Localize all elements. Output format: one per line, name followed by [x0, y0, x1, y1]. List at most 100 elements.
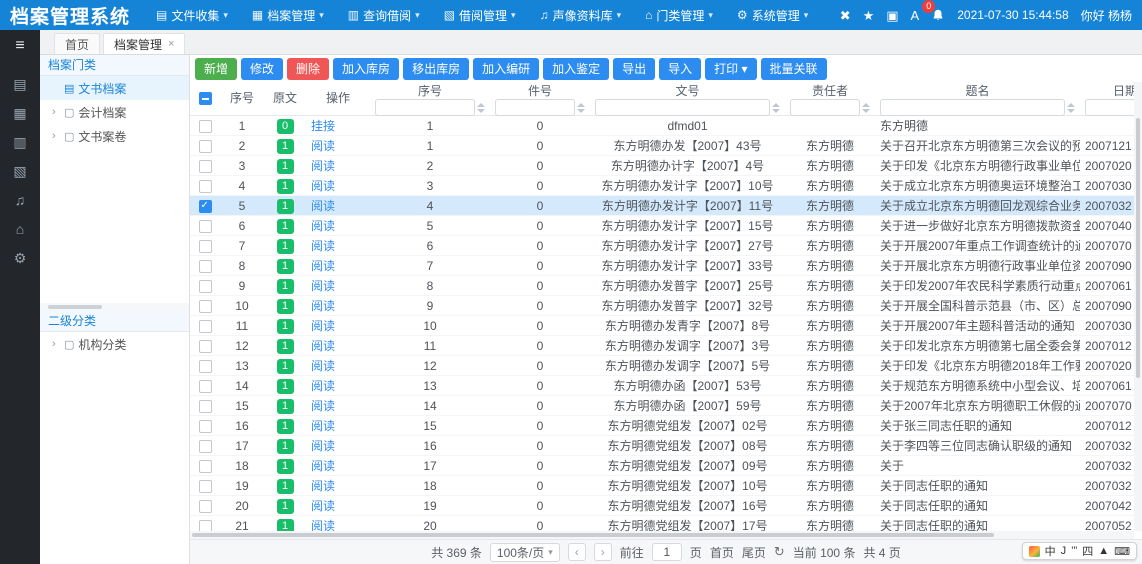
- table-vertical-scrollbar[interactable]: [1134, 82, 1142, 531]
- original-count-badge[interactable]: 1: [277, 279, 294, 294]
- table-row[interactable]: 201阅读190东方明德党组发【2007】16号东方明德关于同志任职的通知200…: [190, 496, 1142, 516]
- original-count-badge[interactable]: 1: [277, 159, 294, 174]
- tree-item[interactable]: ›▢文书案卷: [40, 124, 189, 148]
- original-count-badge[interactable]: 1: [277, 139, 294, 154]
- top-menu-category-manage[interactable]: ⌂门类管理▾: [633, 0, 725, 30]
- rail-category-manage-icon[interactable]: ⌂: [16, 222, 24, 236]
- table-row[interactable]: 121阅读110东方明德办发调字【2007】3号东方明德关于印发北京东方明德第七…: [190, 336, 1142, 356]
- action-link[interactable]: 阅读: [311, 379, 335, 393]
- row-checkbox[interactable]: [199, 280, 212, 293]
- table-row[interactable]: 21阅读10东方明德办发【2007】43号东方明德关于召开北京东方明德第三次会议…: [190, 136, 1142, 156]
- sort-control-item[interactable]: [577, 103, 585, 113]
- row-checkbox[interactable]: [199, 500, 212, 513]
- last-page-link[interactable]: 尾页: [742, 544, 766, 561]
- table-row[interactable]: 91阅读80东方明德办发普字【2007】25号东方明德关于印发2007年农民科学…: [190, 276, 1142, 296]
- table-row[interactable]: 61阅读50东方明德办发计字【2007】15号东方明德关于进一步做好北京东方明德…: [190, 216, 1142, 236]
- original-count-badge[interactable]: 1: [277, 399, 294, 414]
- table-row[interactable]: 111阅读100东方明德办发青字【2007】8号东方明德关于开展2007年主题科…: [190, 316, 1142, 336]
- edit-button[interactable]: 修改: [241, 58, 283, 80]
- row-checkbox[interactable]: [199, 400, 212, 413]
- original-count-badge[interactable]: 1: [277, 439, 294, 454]
- page-number-input[interactable]: [652, 543, 682, 561]
- table-row[interactable]: 81阅读70东方明德办发计字【2007】33号东方明德关于开展北京东方明德行政事…: [190, 256, 1142, 276]
- original-count-badge[interactable]: 0: [277, 119, 294, 134]
- action-link[interactable]: 挂接: [311, 119, 335, 133]
- sort-control-doc[interactable]: [772, 103, 780, 113]
- row-checkbox[interactable]: [199, 120, 212, 133]
- import-button[interactable]: 导入: [659, 58, 701, 80]
- action-link[interactable]: 阅读: [311, 319, 335, 333]
- row-checkbox[interactable]: [199, 160, 212, 173]
- prev-page-button[interactable]: ‹: [568, 543, 586, 561]
- filter-input-title[interactable]: [880, 99, 1065, 116]
- rail-query-borrow-icon[interactable]: ▥: [13, 135, 26, 149]
- original-count-badge[interactable]: 1: [277, 499, 294, 514]
- original-count-badge[interactable]: 1: [277, 459, 294, 474]
- table-row[interactable]: 10挂接10dfmd01东方明德: [190, 116, 1142, 136]
- sort-control-title[interactable]: [1067, 103, 1075, 113]
- print-button[interactable]: 打印 ▾: [705, 58, 756, 80]
- table-row[interactable]: 51阅读40东方明德办发计字【2007】11号东方明德关于成立北京东方明德回龙观…: [190, 196, 1142, 216]
- rail-menu-icon[interactable]: ≡: [15, 38, 24, 54]
- row-checkbox[interactable]: [199, 260, 212, 273]
- table-row[interactable]: 191阅读180东方明德党组发【2007】10号东方明德关于同志任职的通知200…: [190, 476, 1142, 496]
- scrollbar-thumb[interactable]: [48, 305, 102, 309]
- table-row[interactable]: 211阅读200东方明德党组发【2007】17号东方明德关于同志任职的通知200…: [190, 516, 1142, 531]
- tree-item[interactable]: ›▢会计档案: [40, 100, 189, 124]
- row-checkbox[interactable]: [199, 340, 212, 353]
- rail-archive-manage-icon[interactable]: ▦: [13, 106, 26, 120]
- row-checkbox[interactable]: [199, 360, 212, 373]
- filter-input-item[interactable]: [495, 99, 575, 116]
- action-link[interactable]: 阅读: [311, 139, 335, 153]
- action-link[interactable]: 阅读: [311, 159, 335, 173]
- rail-borrow-manage-icon[interactable]: ▧: [13, 164, 26, 178]
- row-checkbox[interactable]: [199, 240, 212, 253]
- original-count-badge[interactable]: 1: [277, 519, 294, 532]
- action-link[interactable]: 阅读: [311, 459, 335, 473]
- scrollbar-thumb[interactable]: [1136, 118, 1140, 378]
- original-count-badge[interactable]: 1: [277, 339, 294, 354]
- ime-keyboard-icon[interactable]: ⌨: [1114, 545, 1130, 558]
- refresh-icon[interactable]: ↻: [774, 544, 785, 560]
- theme-icon[interactable]: ▣: [886, 9, 898, 22]
- action-link[interactable]: 阅读: [311, 359, 335, 373]
- row-checkbox[interactable]: [199, 480, 212, 493]
- action-link[interactable]: 阅读: [311, 399, 335, 413]
- rail-system-manage-icon[interactable]: ⚙: [14, 251, 27, 265]
- action-link[interactable]: 阅读: [311, 439, 335, 453]
- font-size-icon[interactable]: A: [911, 9, 920, 22]
- batch-link-button[interactable]: 批量关联: [761, 58, 827, 80]
- tab-close-icon[interactable]: ×: [168, 38, 174, 50]
- table-row[interactable]: 101阅读90东方明德办发普字【2007】32号东方明德关于开展全国科普示范县（…: [190, 296, 1142, 316]
- table-row[interactable]: 151阅读140东方明德办函【2007】59号东方明德关于2007年北京东方明德…: [190, 396, 1142, 416]
- row-checkbox[interactable]: [199, 200, 212, 213]
- ime-bar[interactable]: 中 J ’” 四 ▲ ⌨: [1022, 542, 1137, 560]
- table-row[interactable]: 71阅读60东方明德办发计字【2007】27号东方明德关于开展2007年重点工作…: [190, 236, 1142, 256]
- original-count-badge[interactable]: 1: [277, 379, 294, 394]
- sort-control-seq[interactable]: [477, 103, 485, 113]
- action-link[interactable]: 阅读: [311, 419, 335, 433]
- original-count-badge[interactable]: 1: [277, 239, 294, 254]
- table-row[interactable]: 171阅读160东方明德党组发【2007】08号东方明德关于李四等三位同志确认职…: [190, 436, 1142, 456]
- rail-media-library-icon[interactable]: ♫: [15, 193, 26, 207]
- filter-input-seq[interactable]: [375, 99, 475, 116]
- original-count-badge[interactable]: 1: [277, 179, 294, 194]
- add-to-appraisal-button[interactable]: 加入鉴定: [543, 58, 609, 80]
- export-button[interactable]: 导出: [613, 58, 655, 80]
- favorite-star-icon[interactable]: ★: [863, 9, 875, 22]
- rail-file-collect-icon[interactable]: ▤: [13, 77, 26, 91]
- tree-item[interactable]: ›▢机构分类: [40, 332, 189, 356]
- row-checkbox[interactable]: [199, 380, 212, 393]
- page-size-select[interactable]: 100条/页 ▾: [490, 543, 560, 562]
- action-link[interactable]: 阅读: [311, 299, 335, 313]
- action-link[interactable]: 阅读: [311, 279, 335, 293]
- original-count-badge[interactable]: 1: [277, 199, 294, 214]
- row-checkbox[interactable]: [199, 440, 212, 453]
- row-checkbox[interactable]: [199, 320, 212, 333]
- remove-from-storeroom-button[interactable]: 移出库房: [403, 58, 469, 80]
- ime-shape-indicator[interactable]: 四: [1082, 543, 1093, 559]
- original-count-badge[interactable]: 1: [277, 219, 294, 234]
- row-checkbox[interactable]: [199, 420, 212, 433]
- tree-item[interactable]: ▤文书档案: [40, 76, 189, 100]
- table-row[interactable]: 181阅读170东方明德党组发【2007】09号东方明德关于2007032: [190, 456, 1142, 476]
